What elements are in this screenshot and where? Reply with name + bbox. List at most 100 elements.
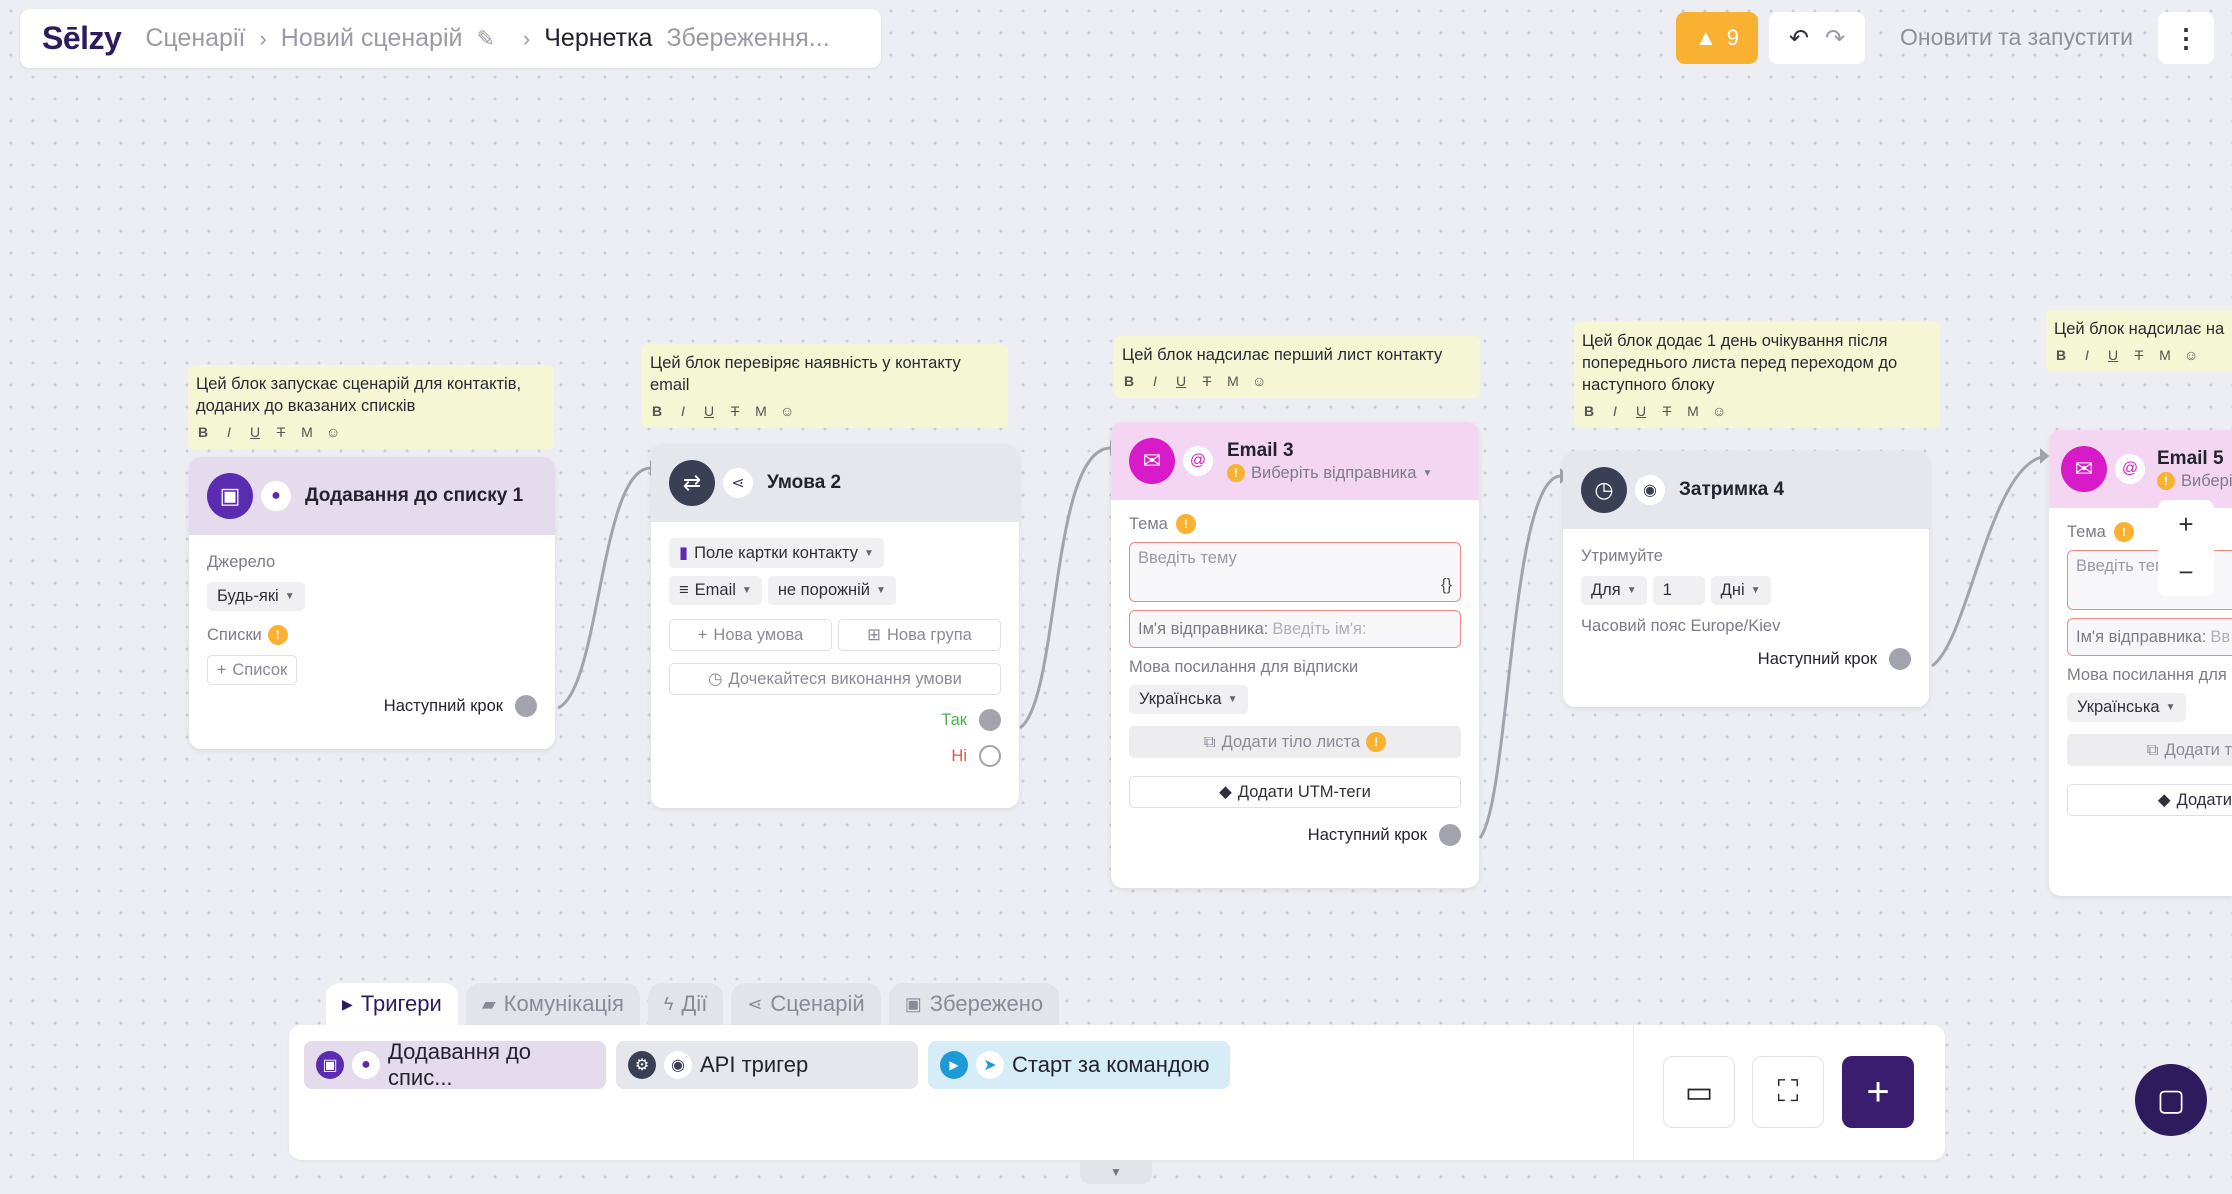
add-utm-button[interactable]: ◆ Додати UTM-теги [1129, 776, 1461, 808]
italic-icon[interactable]: I [1608, 400, 1622, 422]
underline-icon[interactable]: U [2106, 344, 2120, 366]
comment-button[interactable]: ▭ [1663, 1056, 1735, 1128]
strike-icon[interactable]: T [2132, 344, 2146, 366]
markdown-icon[interactable]: M [754, 400, 768, 422]
output-port[interactable] [1439, 824, 1461, 846]
output-port[interactable] [1889, 648, 1911, 670]
emoji-icon[interactable]: ☺ [326, 421, 340, 443]
email-icon: ✉ [2061, 446, 2107, 492]
field-select[interactable]: ≡ Email ▼ [669, 576, 762, 605]
undo-icon[interactable]: ↶ [1789, 24, 1809, 53]
underline-icon[interactable]: U [702, 400, 716, 422]
no-output-port[interactable] [979, 745, 1001, 767]
add-block-button[interactable]: + [1842, 1056, 1914, 1128]
trigger-api[interactable]: ⚙ ◉ API тригер [616, 1041, 918, 1089]
language-select[interactable]: Українська ▼ [1129, 685, 1248, 714]
emoji-icon[interactable]: ☺ [1252, 370, 1266, 392]
bold-icon[interactable]: B [1582, 400, 1596, 422]
sender-name-field[interactable]: Ім'я відправника: Введіть ім'я: [1129, 610, 1461, 648]
note-block-1[interactable]: Цей блок запускає сценарій для контактів… [188, 365, 554, 449]
tab-actions[interactable]: ϟ Дії [647, 983, 724, 1025]
card-add-to-list[interactable]: ▣ ● Додавання до списку 1 Джерело Будь-я… [189, 457, 555, 749]
redo-icon[interactable]: ↷ [1825, 24, 1845, 53]
collapse-panel-toggle[interactable]: ▼ [1080, 1160, 1152, 1184]
add-body-button[interactable]: ⧉ Додати тіло листа ! [1129, 726, 1461, 758]
pencil-icon[interactable]: ✎ [476, 26, 494, 52]
condition-icon: ⇄ [669, 460, 715, 506]
underline-icon[interactable]: U [1634, 400, 1648, 422]
note-block-3[interactable]: Цей блок надсилає перший лист контакту B… [1114, 336, 1480, 398]
bold-icon[interactable]: B [196, 421, 210, 443]
selzy-logo[interactable]: Sēlzy [42, 20, 122, 57]
emoji-icon[interactable]: ☺ [780, 400, 794, 422]
sender-name-field[interactable]: Ім'я відправника: Вв [2067, 618, 2232, 656]
card-condition[interactable]: ⇄ ⋖ Умова 2 ▮ Поле картки контакту ▼ ≡ Emai… [651, 444, 1019, 808]
note-block-4[interactable]: Цей блок додає 1 день очікування після п… [1574, 322, 1940, 428]
tab-triggers[interactable]: ▶ Тригери [326, 983, 458, 1025]
scenario-name[interactable]: Новий сценарій [281, 24, 463, 53]
output-port[interactable] [515, 695, 537, 717]
share-icon: ⋖ [747, 993, 763, 1014]
underline-icon[interactable]: U [1174, 370, 1188, 392]
add-list-button[interactable]: + Список [207, 655, 297, 685]
trigger-command-start[interactable]: ▶ ➤ Старт за командою [928, 1041, 1230, 1089]
italic-icon[interactable]: I [2080, 344, 2094, 366]
zoom-in-button[interactable]: + [2178, 509, 2193, 540]
variables-icon[interactable]: {} [1441, 576, 1452, 595]
tab-communication[interactable]: ▰ Комунікація [465, 983, 640, 1025]
card-delay[interactable]: ◷ ◉ Затримка 4 Утримуйте Для ▼ 1 Дні ▼ Час… [1563, 451, 1929, 707]
unit-select[interactable]: Дні ▼ [1710, 576, 1771, 605]
note-format-toolbar: B I U T M ☺ [196, 421, 546, 443]
field-type-select[interactable]: ▮ Поле картки контакту ▼ [669, 538, 884, 568]
markdown-icon[interactable]: M [2158, 344, 2172, 366]
strike-icon[interactable]: T [1660, 400, 1674, 422]
underline-icon[interactable]: U [248, 421, 262, 443]
support-chat-button[interactable]: ▢ [2135, 1064, 2207, 1136]
strike-icon[interactable]: T [1200, 370, 1214, 392]
fullscreen-button[interactable]: ⛶ [1752, 1056, 1824, 1128]
italic-icon[interactable]: I [676, 400, 690, 422]
emoji-icon[interactable]: ☺ [2184, 344, 2198, 366]
breadcrumb-scenarios[interactable]: Сценарії [145, 24, 245, 53]
markdown-icon[interactable]: M [1226, 370, 1240, 392]
bold-icon[interactable]: B [1122, 370, 1136, 392]
markdown-icon[interactable]: M [300, 421, 314, 443]
sender-select[interactable]: ! Виберіт [2157, 472, 2232, 491]
new-condition-button[interactable]: + Нова умова [669, 619, 832, 651]
tab-scenario[interactable]: ⋖ Сценарій [731, 983, 881, 1025]
yes-output-port[interactable] [979, 709, 1001, 731]
note-block-2[interactable]: Цей блок перевіряє наявність у контакту … [642, 344, 1008, 428]
at-icon: @ [1183, 446, 1213, 476]
sender-select[interactable]: ! Виберіть відправника ▼ [1227, 464, 1432, 483]
amount-input[interactable]: 1 [1652, 576, 1705, 605]
add-list-label: Список [232, 660, 288, 679]
strike-icon[interactable]: T [274, 421, 288, 443]
source-select[interactable]: Будь-які ▼ [207, 582, 305, 611]
wait-condition-button[interactable]: ◷ Дочекайтеся виконання умови [669, 663, 1001, 695]
add-body-button[interactable]: ⧉ Додати т [2067, 734, 2232, 766]
more-menu-icon[interactable]: ⋮ [2158, 12, 2214, 64]
add-utm-button[interactable]: ◆ Додати [2067, 784, 2232, 816]
chevron-down-icon: ▼ [863, 547, 874, 559]
markdown-icon[interactable]: M [1686, 400, 1700, 422]
zoom-out-button[interactable]: − [2178, 557, 2193, 588]
emoji-icon[interactable]: ☺ [1712, 400, 1726, 422]
for-select[interactable]: Для ▼ [1581, 576, 1647, 605]
italic-icon[interactable]: I [1148, 370, 1162, 392]
bold-icon[interactable]: B [2054, 344, 2068, 366]
update-run-button[interactable]: Оновити та запустити [1900, 24, 2133, 51]
tab-saved[interactable]: ▣ Збережено [888, 983, 1060, 1025]
italic-icon[interactable]: I [222, 421, 236, 443]
sender-value: Виберіт [2181, 471, 2232, 490]
strike-icon[interactable]: T [728, 400, 742, 422]
language-select[interactable]: Українська ▼ [2067, 693, 2186, 722]
card-email-3[interactable]: ✉ @ Email 3 ! Виберіть відправника ▼ Тем… [1111, 422, 1479, 888]
new-group-button[interactable]: ⊞ Нова група [838, 619, 1001, 651]
warnings-button[interactable]: ▲ 9 [1676, 12, 1758, 64]
subject-input[interactable]: Введіть тему {} [1129, 542, 1461, 602]
external-link-icon: ⧉ [2146, 740, 2159, 759]
bold-icon[interactable]: B [650, 400, 664, 422]
operator-select[interactable]: не порожній ▼ [767, 576, 896, 605]
trigger-add-to-list[interactable]: ▣ ● Додавання до спис... [304, 1039, 606, 1090]
note-block-5[interactable]: Цей блок надсилає на B I U T M ☺ [2046, 310, 2232, 372]
